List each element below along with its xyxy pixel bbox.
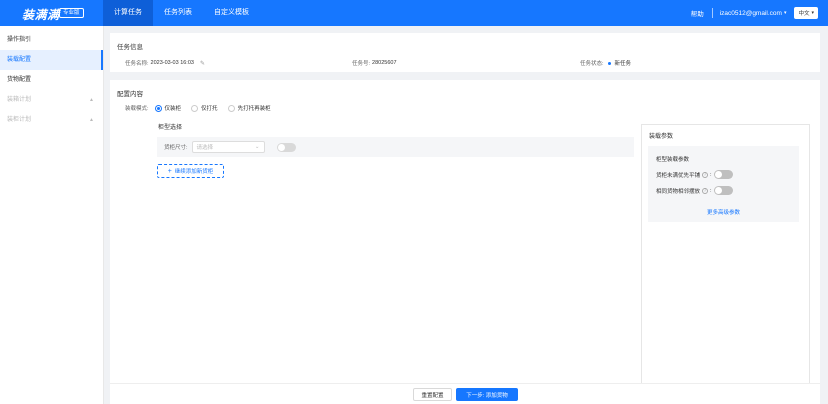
plus-icon: + xyxy=(167,167,172,175)
task-name-label: 任务名称: xyxy=(125,61,149,67)
radio-label: 仅装柜 xyxy=(164,106,182,112)
task-name-value: 2023-03-03 16:03 xyxy=(150,60,194,66)
sidebar-item-cargo-config[interactable]: 货物配置 xyxy=(0,70,103,90)
radio-pallet-then-container[interactable]: 先打托再装柜 xyxy=(227,104,271,112)
add-container-button[interactable]: + 继续添加新货柜 xyxy=(157,164,224,178)
help-link[interactable]: 帮助 xyxy=(691,8,704,18)
config-title: 配置内容 xyxy=(117,91,143,98)
task-info-title: 任务信息 xyxy=(117,44,143,51)
sidebar-item-packing-plan[interactable]: 装箱计划 ▲ xyxy=(0,90,103,110)
tab-calculate-task[interactable]: 计算任务 xyxy=(103,0,153,26)
chevron-down-icon: ▾ xyxy=(783,10,787,16)
option-label: 相同货物相邻摆放 xyxy=(656,188,701,195)
task-name: 任务名称: 2023-03-03 16:03 ✎ xyxy=(125,59,205,67)
container-select-title: 柜型选择 xyxy=(158,125,183,131)
sidebar-item-label: 装柜计划 xyxy=(7,117,32,123)
sidebar-item-guide[interactable]: 操作指引 xyxy=(0,30,103,50)
load-params-panel: 装载参数 柜型装载参数 货柜未满优先平铺 ? : 相同货物相邻摆放 ? : 更多… xyxy=(641,124,810,386)
task-status-value: 新任务 xyxy=(614,61,632,67)
main-nav: 计算任务 任务列表 自定义模板 xyxy=(103,0,260,26)
select-placeholder: 请选择 xyxy=(196,145,214,151)
radio-unchecked-icon xyxy=(227,104,235,112)
radio-label: 仅打托 xyxy=(201,106,218,112)
help-icon[interactable]: ? xyxy=(702,171,709,178)
task-number-value: 28025607 xyxy=(372,60,397,66)
option-tile-first: 货柜未满优先平铺 ? : xyxy=(656,170,733,179)
task-number-label: 任务号: xyxy=(352,61,371,67)
tab-task-list[interactable]: 任务列表 xyxy=(153,0,203,26)
user-menu[interactable]: izac0512@gmail.com ▾ xyxy=(720,10,787,17)
task-number: 任务号: 28025607 xyxy=(352,59,397,67)
load-mode-row: 装载模式: 仅装柜 仅打托 先打托再装柜 xyxy=(125,104,281,112)
load-mode-label: 装载模式: xyxy=(125,106,149,112)
next-step-button[interactable]: 下一步: 添加货物 xyxy=(456,388,518,401)
container-size-label: 货柜尺寸: xyxy=(164,145,188,151)
chevron-up-icon: ▲ xyxy=(89,117,94,123)
option-toggle[interactable] xyxy=(713,186,733,195)
help-icon[interactable]: ? xyxy=(702,187,709,194)
container-size-select[interactable]: 请选择 ⌄ xyxy=(191,141,265,153)
edition-badge: 专业版 xyxy=(59,8,84,18)
task-status: 任务状态: 新任务 xyxy=(580,59,631,67)
option-adjacent-same: 相同货物相邻摆放 ? : xyxy=(656,186,733,195)
params-box: 柜型装载参数 货柜未满优先平铺 ? : 相同货物相邻摆放 ? : 更多高级参数 xyxy=(648,146,799,222)
edit-icon[interactable]: ✎ xyxy=(200,60,205,67)
container-toggle[interactable] xyxy=(276,142,296,152)
top-header: 装满满 专业版 计算任务 任务列表 自定义模板 帮助 izac0512@gmai… xyxy=(0,0,828,26)
reset-button[interactable]: 重置配置 xyxy=(413,388,452,401)
radio-label: 先打托再装柜 xyxy=(237,106,271,112)
chevron-up-icon: ▲ xyxy=(89,97,94,103)
sidebar-item-load-config[interactable]: 装载配置 xyxy=(0,50,103,70)
header-divider xyxy=(711,8,713,18)
params-subtitle: 柜型装载参数 xyxy=(656,157,690,163)
params-title: 装载参数 xyxy=(649,134,674,140)
user-email: izac0512@gmail.com xyxy=(719,9,782,17)
header-right: 帮助 izac0512@gmail.com ▾ 中文 ▾ xyxy=(691,0,818,26)
more-params-link[interactable]: 更多高级参数 xyxy=(648,208,799,216)
radio-checked-icon xyxy=(154,104,162,112)
status-dot-icon xyxy=(607,61,611,65)
add-container-label: 继续添加新货柜 xyxy=(174,169,214,175)
chevron-down-icon: ⌄ xyxy=(254,144,260,150)
sidebar-item-label: 装箱计划 xyxy=(7,97,32,103)
option-toggle[interactable] xyxy=(713,170,733,179)
footer-bar: 重置配置 下一步: 添加货物 xyxy=(110,383,820,404)
language-selector[interactable]: 中文 ▾ xyxy=(794,7,818,19)
sidebar: 操作指引 装载配置 货物配置 装箱计划 ▲ 装柜计划 ▲ xyxy=(0,26,104,404)
sidebar-item-loading-plan[interactable]: 装柜计划 ▲ xyxy=(0,110,103,130)
radio-pallet-only[interactable]: 仅打托 xyxy=(191,104,218,112)
tab-custom-template[interactable]: 自定义模板 xyxy=(203,0,260,26)
radio-unchecked-icon xyxy=(191,104,199,112)
radio-container-only[interactable]: 仅装柜 xyxy=(154,104,182,112)
task-info-card xyxy=(110,33,820,72)
container-size-row: 货柜尺寸: 请选择 ⌄ xyxy=(157,137,634,157)
task-status-label: 任务状态: xyxy=(580,61,604,67)
option-label: 货柜未满优先平铺 xyxy=(656,172,701,179)
chevron-down-icon: ▾ xyxy=(811,10,814,16)
app-logo[interactable]: 装满满 xyxy=(22,6,60,23)
language-label: 中文 xyxy=(798,11,810,17)
